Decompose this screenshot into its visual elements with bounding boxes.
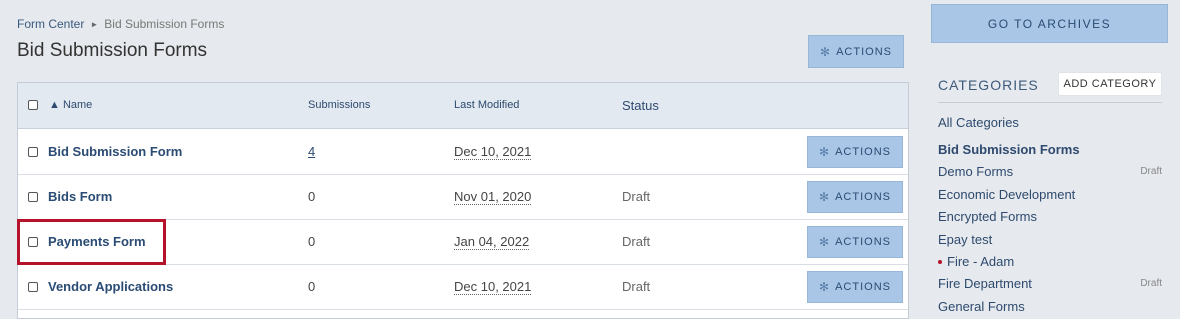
category-item-active[interactable]: Bid Submission Forms [938,142,1162,157]
breadcrumb-separator-icon: ► [90,20,99,29]
category-label: Epay test [938,232,993,247]
header-status[interactable]: Status [622,98,659,113]
table-header: ▲ Name Submissions Last Modified Status [18,83,908,129]
category-label: Economic Development [938,187,1076,202]
table-row: Vendor Applications 0 Dec 10, 2021 Draft… [18,265,908,310]
category-item[interactable]: Fire - Adam [938,254,1162,269]
submissions-count: 0 [308,189,316,204]
category-label: Fire - Adam [947,254,1015,269]
red-dot-icon [938,259,942,264]
category-label: All Categories [938,115,1019,130]
category-item[interactable]: General Forms [938,299,1162,314]
forms-table: ▲ Name Submissions Last Modified Status … [17,82,909,319]
page-actions-button[interactable]: ✻ ACTIONS [808,35,904,68]
table-row: Bid Submission Form 4 Dec 10, 2021 ✻ ACTI… [18,130,908,175]
breadcrumb-current: Bid Submission Forms [104,17,225,31]
status-text: Draft [622,279,651,294]
row-actions-button[interactable]: ✻ ACTIONS [807,136,903,168]
form-name-link[interactable]: Payments Form [48,234,146,249]
category-item[interactable]: All Categories [938,115,1162,130]
gear-icon: ✻ [819,235,831,249]
status-text: Draft [622,189,651,204]
category-label: General Forms [938,299,1025,314]
submissions-count: 0 [308,279,316,294]
row-actions-label: ACTIONS [835,146,891,158]
gear-icon: ✻ [819,280,831,294]
breadcrumb-form-center[interactable]: Form Center [17,17,84,31]
status-text: Draft [622,234,651,249]
draft-badge: Draft [1140,278,1162,289]
row-actions-label: ACTIONS [835,281,891,293]
gear-icon: ✻ [819,190,831,204]
last-modified-date: Nov 01, 2020 [454,189,532,205]
category-label: Fire Department [938,276,1032,291]
row-actions-button[interactable]: ✻ ACTIONS [807,181,903,213]
row-actions-button[interactable]: ✻ ACTIONS [807,226,903,258]
breadcrumb: Form Center ► Bid Submission Forms [17,17,224,31]
row-checkbox[interactable] [28,282,38,292]
add-category-button[interactable]: ADD CATEGORY [1058,72,1162,96]
last-modified-date: Dec 10, 2021 [454,144,532,160]
page-actions-label: ACTIONS [836,45,892,58]
go-to-archives-button[interactable]: GO TO ARCHIVES [931,4,1168,43]
gear-icon: ✻ [820,44,832,59]
draft-badge: Draft [1140,166,1162,177]
select-all-checkbox[interactable] [28,100,38,110]
category-label: Bid Submission Forms [938,142,1080,157]
header-last-modified[interactable]: Last Modified [454,99,519,111]
category-item[interactable]: Demo Forms Draft [938,164,1162,179]
form-name-link[interactable]: Vendor Applications [48,279,173,294]
categories-heading: CATEGORIES [938,77,1039,93]
page-title: Bid Submission Forms [17,40,208,61]
table-row: Payments Form 0 Jan 04, 2022 Draft ✻ ACTI… [18,220,908,265]
header-name[interactable]: ▲ Name [49,99,92,111]
gear-icon: ✻ [819,145,831,159]
row-checkbox[interactable] [28,147,38,157]
submissions-count: 0 [308,234,316,249]
category-label: Encrypted Forms [938,209,1037,224]
row-actions-button[interactable]: ✻ ACTIONS [807,271,903,303]
table-row: Bids Form 0 Nov 01, 2020 Draft ✻ ACTIONS [18,175,908,220]
row-actions-label: ACTIONS [835,236,891,248]
category-item[interactable]: Economic Development [938,187,1162,202]
form-name-link[interactable]: Bid Submission Form [48,144,182,159]
row-checkbox[interactable] [28,192,38,202]
header-submissions[interactable]: Submissions [308,99,370,111]
category-label: Demo Forms [938,164,1014,179]
category-item[interactable]: Epay test [938,232,1162,247]
main-content: Form Center ► Bid Submission Forms Bid Sub… [0,0,920,319]
row-actions-label: ACTIONS [835,191,891,203]
categories-divider [938,102,1162,103]
category-item[interactable]: Fire Department Draft [938,276,1162,291]
last-modified-date: Dec 10, 2021 [454,279,532,295]
category-item[interactable]: Encrypted Forms [938,209,1162,224]
submissions-link[interactable]: 4 [308,144,315,159]
row-checkbox[interactable] [28,237,38,247]
form-name-link[interactable]: Bids Form [48,189,112,204]
sidebar: GO TO ARCHIVES CATEGORIES ADD CATEGORY A… [931,0,1180,319]
last-modified-date: Jan 04, 2022 [454,234,530,250]
